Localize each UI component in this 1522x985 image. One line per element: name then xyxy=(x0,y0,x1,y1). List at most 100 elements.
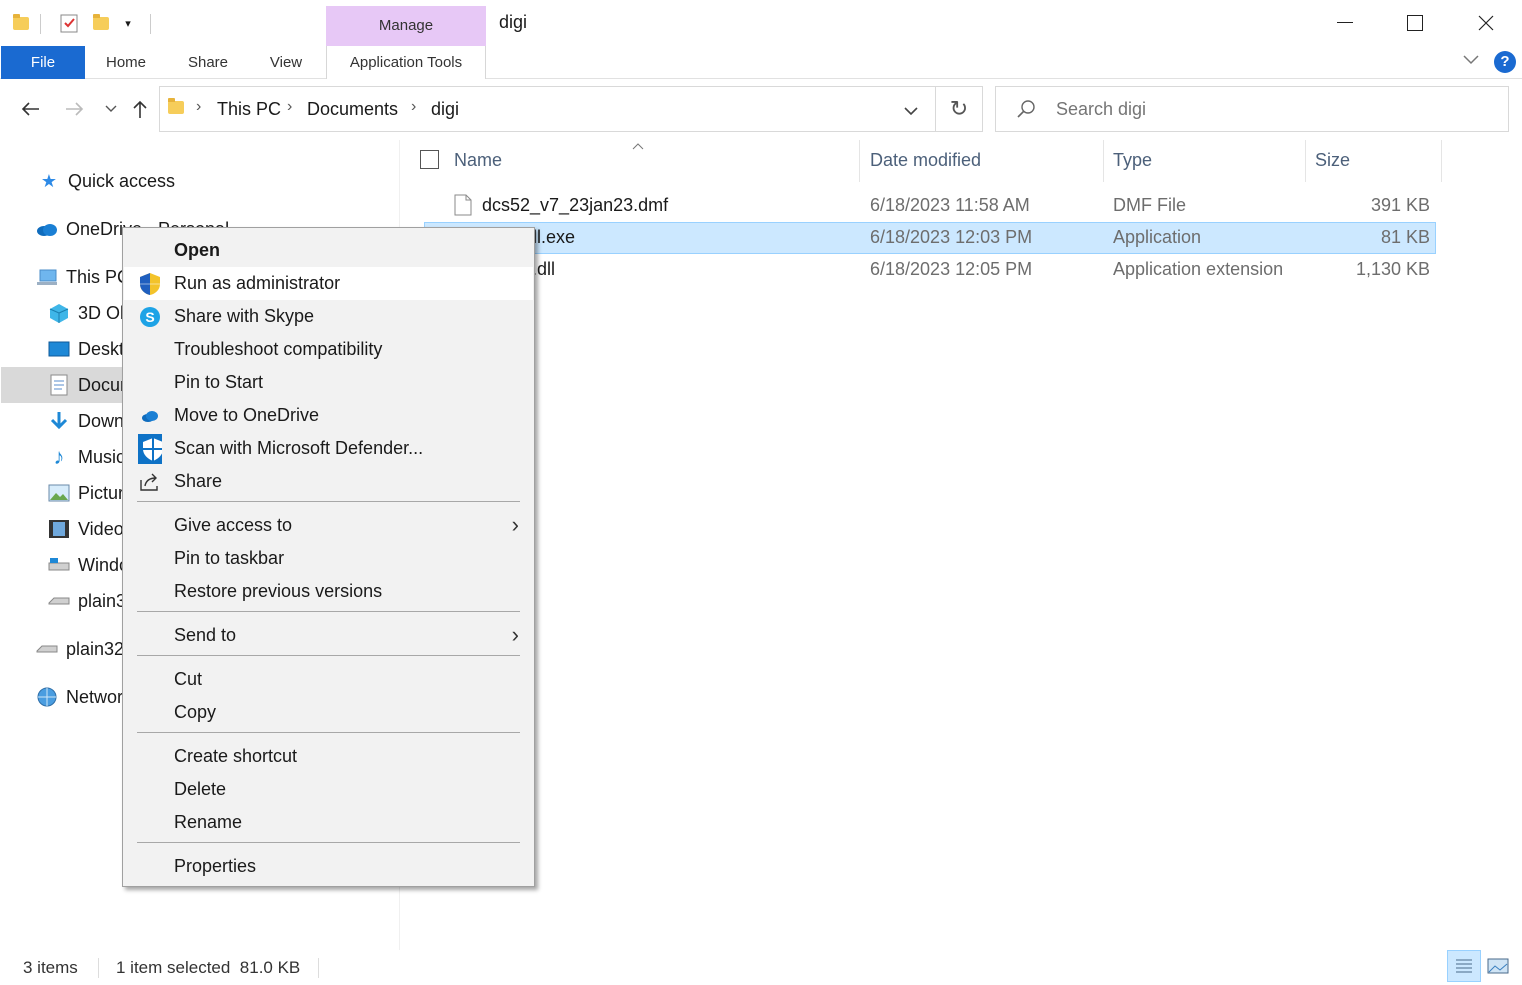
tab-share[interactable]: Share xyxy=(178,46,238,79)
tab-file[interactable]: File xyxy=(1,46,85,79)
close-button[interactable] xyxy=(1451,0,1521,46)
tab-home[interactable]: Home xyxy=(96,46,156,79)
menu-label: Rename xyxy=(174,812,243,832)
folder-icon xyxy=(10,12,32,34)
help-icon[interactable]: ? xyxy=(1494,51,1516,73)
search-icon xyxy=(1016,99,1036,124)
menu-item-open[interactable]: Open xyxy=(124,234,533,267)
nav-item-quick-access[interactable]: ★ Quick access xyxy=(38,164,398,198)
menu-label: Send to xyxy=(174,625,237,645)
file-date: 6/18/2023 12:05 PM xyxy=(870,259,1033,279)
menu-label: Cut xyxy=(174,669,203,689)
properties-icon[interactable] xyxy=(58,12,80,34)
menu-label: Pin to taskbar xyxy=(174,548,285,568)
drive-icon xyxy=(48,590,70,612)
breadcrumb-digi[interactable]: digi xyxy=(431,99,459,120)
skype-icon: S xyxy=(138,305,162,329)
back-button[interactable] xyxy=(15,94,45,124)
menu-item-copy[interactable]: Copy xyxy=(124,696,533,729)
details-view-icon xyxy=(1456,959,1472,973)
menu-label: Delete xyxy=(174,779,227,799)
column-type[interactable]: Type xyxy=(1113,150,1152,171)
menu-item-create-shortcut[interactable]: Create shortcut xyxy=(124,740,533,773)
select-all-checkbox[interactable] xyxy=(420,150,439,169)
new-folder-icon[interactable] xyxy=(90,12,112,34)
menu-separator xyxy=(137,732,520,733)
menu-item-scan-with-defender[interactable]: Scan with Microsoft Defender... xyxy=(124,432,533,465)
file-type: Application xyxy=(1113,227,1202,247)
search-box[interactable] xyxy=(995,86,1509,132)
divider xyxy=(150,14,151,34)
menu-label: Open xyxy=(174,240,221,260)
file-size: 1,130 KB xyxy=(1355,259,1430,279)
up-button[interactable] xyxy=(125,94,155,124)
address-bar[interactable]: › This PC › Documents › digi xyxy=(159,86,936,132)
column-divider[interactable] xyxy=(1103,140,1104,182)
search-input[interactable] xyxy=(1056,99,1476,120)
file-name: ll.exe xyxy=(533,227,576,247)
breadcrumb-this-pc[interactable]: This PC xyxy=(217,99,281,120)
maximize-button[interactable] xyxy=(1380,0,1450,46)
divider xyxy=(40,14,41,34)
customize-toolbar-icon[interactable]: ▾ xyxy=(117,12,139,34)
cloud-icon xyxy=(36,218,58,240)
nav-item-label: plain32 xyxy=(66,638,125,659)
menu-item-share[interactable]: Share xyxy=(124,465,533,498)
breadcrumb-documents[interactable]: Documents xyxy=(307,99,398,120)
music-icon: ♪ xyxy=(53,444,65,469)
desktop-icon xyxy=(48,338,70,360)
cloud-icon xyxy=(138,404,162,428)
menu-separator xyxy=(137,842,520,843)
menu-item-rename[interactable]: Rename xyxy=(124,806,533,839)
forward-button[interactable] xyxy=(60,94,90,124)
menu-item-restore-previous-versions[interactable]: Restore previous versions xyxy=(124,575,533,608)
tab-application-tools[interactable]: Application Tools xyxy=(326,46,486,79)
column-date-modified[interactable]: Date modified xyxy=(870,150,981,171)
column-divider[interactable] xyxy=(1305,140,1306,182)
recent-locations-button[interactable] xyxy=(96,94,126,124)
menu-item-delete[interactable]: Delete xyxy=(124,773,533,806)
details-view-button[interactable] xyxy=(1447,950,1481,982)
large-icons-view-button[interactable] xyxy=(1485,950,1511,982)
refresh-button[interactable]: ↻ xyxy=(935,86,983,132)
menu-item-cut[interactable]: Cut xyxy=(124,663,533,696)
chevron-right-icon[interactable]: › xyxy=(411,98,416,116)
file-row[interactable]: .dll 6/18/2023 12:05 PM Application exte… xyxy=(424,254,1436,286)
menu-item-properties[interactable]: Properties xyxy=(124,850,533,883)
menu-item-pin-to-taskbar[interactable]: Pin to taskbar xyxy=(124,542,533,575)
file-type: Application extension xyxy=(1113,259,1284,279)
chevron-right-icon[interactable]: › xyxy=(287,98,292,116)
address-dropdown-icon[interactable] xyxy=(904,103,918,121)
file-type: DMF File xyxy=(1113,195,1186,215)
window-title: digi xyxy=(499,12,528,32)
menu-item-share-with-skype[interactable]: S Share with Skype xyxy=(124,300,533,333)
menu-label: Move to OneDrive xyxy=(174,405,320,425)
pc-icon xyxy=(36,266,58,288)
chevron-right-icon: › xyxy=(511,512,519,537)
menu-item-pin-to-start[interactable]: Pin to Start xyxy=(124,366,533,399)
chevron-right-icon[interactable]: › xyxy=(196,98,201,116)
column-divider[interactable] xyxy=(1441,140,1442,182)
column-divider[interactable] xyxy=(859,140,860,182)
menu-item-give-access-to[interactable]: Give access to › xyxy=(124,509,533,542)
menu-label: Troubleshoot compatibility xyxy=(174,339,383,359)
menu-label: Pin to Start xyxy=(174,372,264,392)
menu-label: Copy xyxy=(174,702,217,722)
folder-icon xyxy=(168,98,184,114)
column-name[interactable]: Name xyxy=(454,150,502,171)
tab-view[interactable]: View xyxy=(256,46,316,79)
file-icon xyxy=(454,194,472,221)
menu-item-run-as-administrator[interactable]: Run as administrator xyxy=(124,267,533,300)
column-size[interactable]: Size xyxy=(1315,150,1350,171)
file-row[interactable]: dcs52_v7_23jan23.dmf 6/18/2023 11:58 AM … xyxy=(424,190,1436,222)
expand-ribbon-icon[interactable] xyxy=(1462,52,1480,70)
menu-item-troubleshoot-compatibility[interactable]: Troubleshoot compatibility xyxy=(124,333,533,366)
menu-item-send-to[interactable]: Send to › xyxy=(124,619,533,652)
selection-info: 1 item selected 81.0 KB xyxy=(116,958,301,977)
menu-label: Properties xyxy=(174,856,257,876)
menu-item-move-to-onedrive[interactable]: Move to OneDrive xyxy=(124,399,533,432)
manage-tab[interactable]: Manage xyxy=(326,6,486,46)
share-icon xyxy=(138,470,162,494)
file-row-selected[interactable]: ll.exe 6/18/2023 12:03 PM Application 81… xyxy=(424,222,1436,254)
minimize-button[interactable] xyxy=(1310,0,1380,46)
